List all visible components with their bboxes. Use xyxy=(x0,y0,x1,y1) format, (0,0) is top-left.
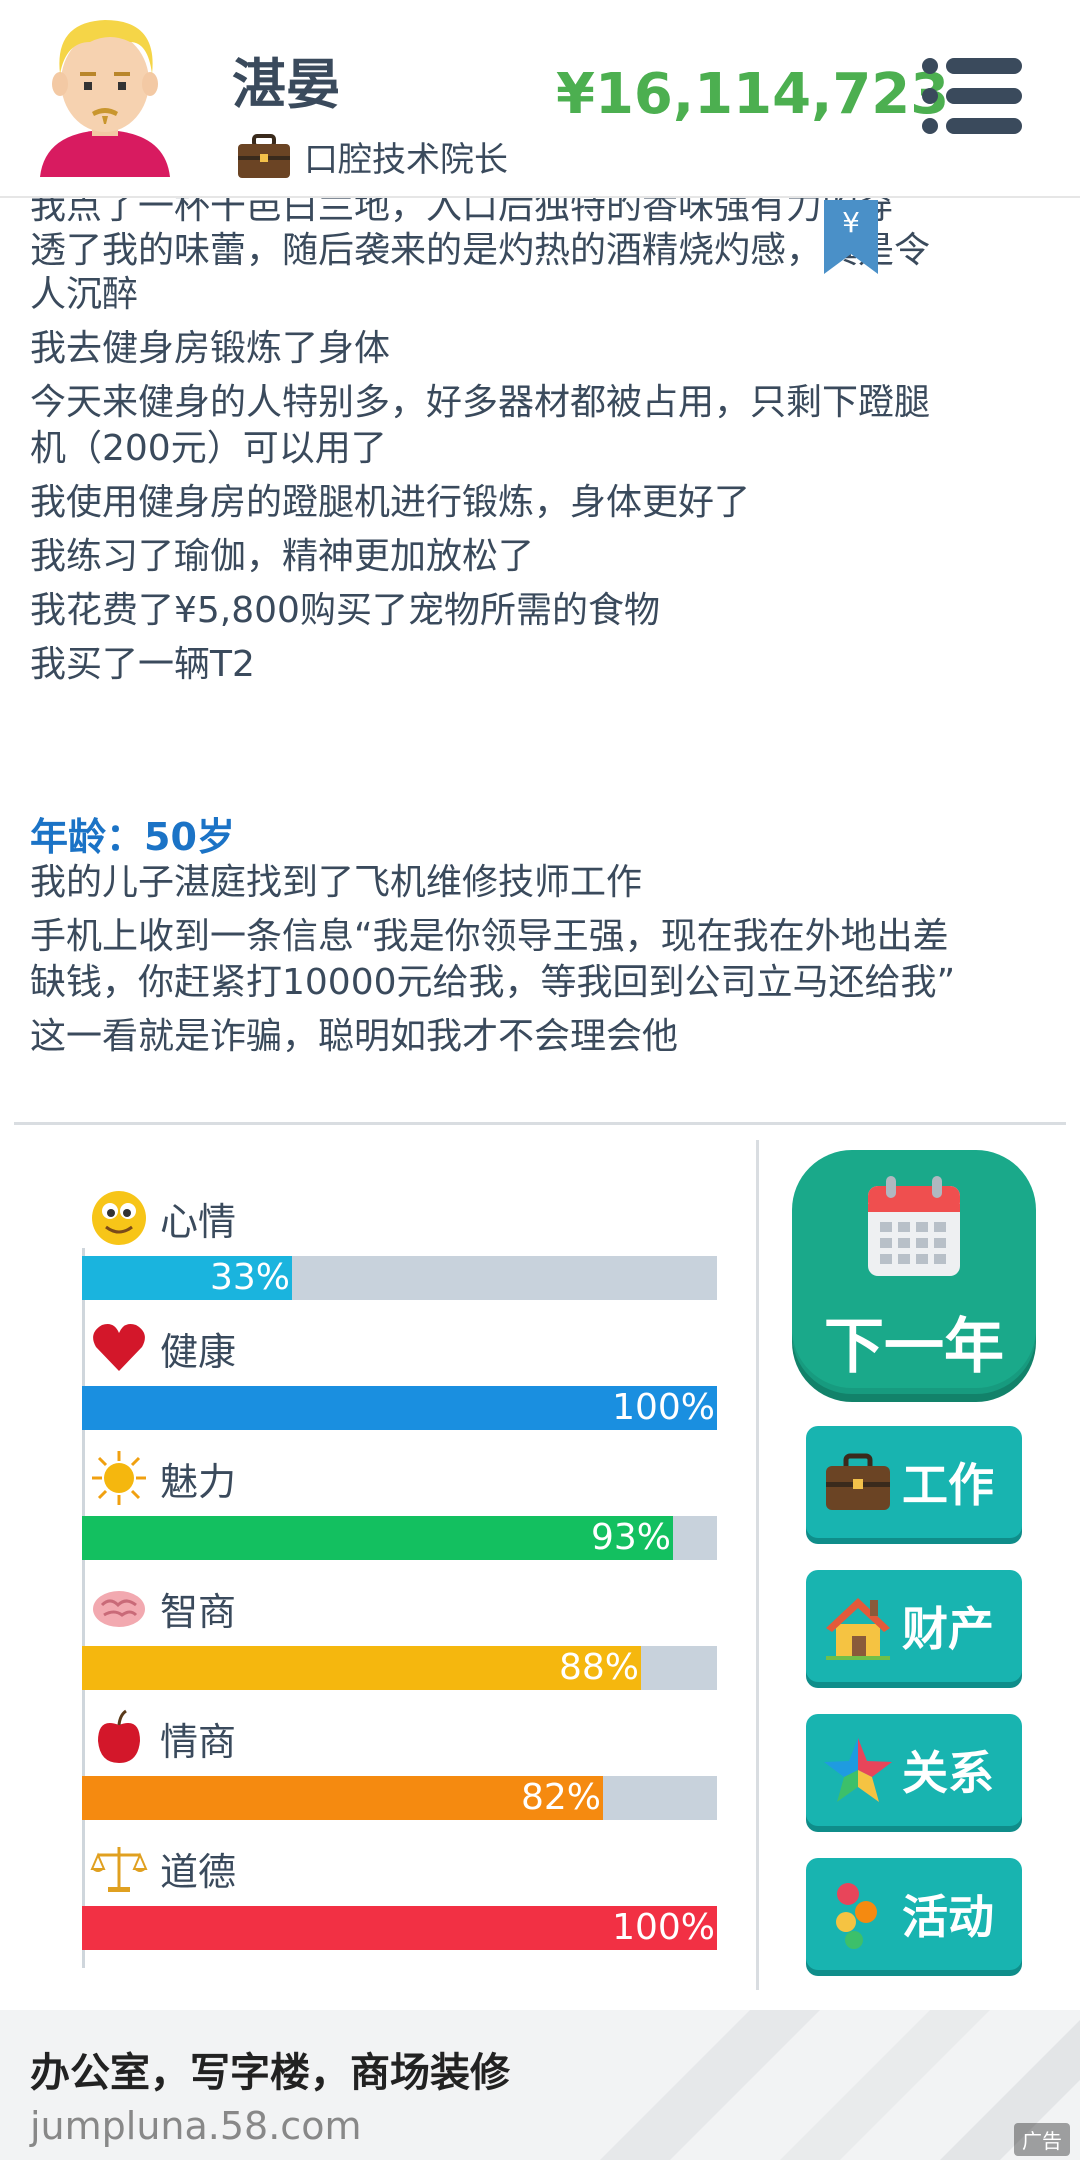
log-line: 今天来健身的人特别多，好多器材都被占用，只剩下蹬腿 xyxy=(30,382,931,423)
stat-row: 情商 82% xyxy=(82,1708,717,1838)
stat-bar-track: 88% xyxy=(82,1646,717,1690)
stat-bar-fill: 82% xyxy=(82,1776,603,1820)
stat-header: 心情 xyxy=(90,1188,236,1248)
stat-percent: 88% xyxy=(558,1647,639,1688)
log-line: 机（200元）可以用了 xyxy=(30,428,387,469)
briefcase-icon xyxy=(826,1453,890,1510)
next-year-button[interactable]: 下一年 xyxy=(792,1150,1036,1394)
stat-label: 魅力 xyxy=(160,1459,237,1504)
log-line: 我的儿子湛庭找到了飞机维修技师工作 xyxy=(30,862,643,903)
stat-percent: 93% xyxy=(590,1517,671,1558)
stat-bar-fill: 93% xyxy=(82,1516,673,1560)
work-button[interactable]: 工作 xyxy=(806,1426,1022,1538)
stat-row: 健康 100% xyxy=(82,1318,717,1448)
work-label: 工作 xyxy=(902,1458,994,1512)
log-line: 我点了一杯干邑白兰地，入口后独特的香味强有力的穿 xyxy=(30,196,895,227)
brain-icon xyxy=(90,1579,148,1637)
stat-bar-fill: 33% xyxy=(82,1256,292,1300)
money-bookmark-icon[interactable]: ¥ xyxy=(822,200,880,276)
stat-bar-fill: 88% xyxy=(82,1646,641,1690)
assets-button[interactable]: 财产 xyxy=(806,1570,1022,1682)
log-line: 我使用健身房的蹬腿机进行锻炼，身体更好了 xyxy=(30,482,751,523)
divider xyxy=(14,1122,1066,1125)
ad-title: 办公室，写字楼，商场装修 xyxy=(30,2050,510,2096)
money-balance: ¥16,114,723 xyxy=(556,62,950,127)
top-header: 湛晏 口腔技术院长 ¥16,114,723 xyxy=(0,0,1080,198)
stat-row: 智商 88% xyxy=(82,1578,717,1708)
log-line: 这一看就是诈骗，聪明如我才不会理会他 xyxy=(30,1016,679,1057)
activities-label: 活动 xyxy=(902,1890,994,1944)
stat-row: 魅力 93% xyxy=(82,1448,717,1578)
stat-bar-track: 33% xyxy=(82,1256,717,1300)
ad-badge: 广告 xyxy=(1014,2123,1070,2156)
ad-url: jumpluna.58.com xyxy=(30,2104,362,2148)
stat-bar-track: 100% xyxy=(82,1906,717,1950)
event-log[interactable]: 我点了一杯干邑白兰地，入口后独特的香味强有力的穿 透了我的味蕾，随后袭来的是灼热… xyxy=(0,196,1080,1122)
activity-dots-icon xyxy=(836,1883,877,1949)
calendar-icon xyxy=(868,1176,960,1276)
stat-label: 情商 xyxy=(160,1719,237,1764)
stat-bar-track: 93% xyxy=(82,1516,717,1560)
relations-button[interactable]: 关系 xyxy=(806,1714,1022,1826)
vertical-separator xyxy=(756,1140,759,1990)
ad-decoration xyxy=(600,2010,1080,2160)
stat-bar-fill: 100% xyxy=(82,1906,717,1950)
player-avatar[interactable] xyxy=(30,12,180,182)
stat-label: 健康 xyxy=(160,1329,237,1374)
stat-header: 道德 xyxy=(90,1838,236,1898)
next-year-label: 下一年 xyxy=(824,1312,1004,1382)
stat-bar-track: 82% xyxy=(82,1776,717,1820)
stat-header: 情商 xyxy=(90,1708,236,1768)
job-row: 口腔技术院长 xyxy=(236,132,508,181)
relations-label: 关系 xyxy=(902,1746,994,1800)
job-title: 口腔技术院长 xyxy=(304,140,508,180)
stat-percent: 33% xyxy=(209,1257,290,1298)
log-line: 手机上收到一条信息“我是你领导王强，现在我在外地出差 xyxy=(30,916,949,957)
stat-bar-track: 100% xyxy=(82,1386,717,1430)
player-name: 湛晏 xyxy=(232,53,340,116)
apple-icon xyxy=(90,1709,148,1767)
log-line: 我练习了瑜伽，精神更加放松了 xyxy=(30,536,535,577)
sun-icon xyxy=(90,1449,148,1507)
svg-text:¥: ¥ xyxy=(842,206,860,239)
stat-percent: 100% xyxy=(612,1907,715,1948)
log-line: 人沉醉 xyxy=(30,274,139,315)
log-line: 我买了一辆T2 xyxy=(30,644,255,685)
stat-label: 道德 xyxy=(160,1849,237,1894)
heart-icon xyxy=(90,1319,148,1377)
stat-percent: 100% xyxy=(612,1387,715,1428)
stat-label: 心情 xyxy=(160,1199,237,1244)
stat-bar-fill: 100% xyxy=(82,1386,717,1430)
house-icon xyxy=(826,1598,890,1660)
star-icon xyxy=(824,1738,892,1802)
log-line: 我花费了¥5,800购买了宠物所需的食物 xyxy=(30,590,660,631)
menu-icon[interactable] xyxy=(922,58,1022,134)
scales-icon xyxy=(90,1839,148,1897)
stat-label: 智商 xyxy=(160,1589,237,1634)
briefcase-icon xyxy=(238,133,290,178)
stat-row: 道德 100% xyxy=(82,1838,717,1968)
stat-header: 智商 xyxy=(90,1578,236,1638)
stat-header: 魅力 xyxy=(90,1448,236,1508)
log-line: 缺钱，你赶紧打10000元给我，等我回到公司立马还给我” xyxy=(30,962,956,1003)
stat-row: 心情 33% xyxy=(82,1188,717,1318)
stat-header: 健康 xyxy=(90,1318,236,1378)
assets-label: 财产 xyxy=(902,1602,994,1656)
stat-percent: 82% xyxy=(520,1777,601,1818)
ad-banner[interactable]: 办公室，写字楼，商场装修 jumpluna.58.com 广告 xyxy=(0,2010,1080,2160)
age-heading: 年龄：50岁 xyxy=(30,815,235,859)
log-line: 透了我的味蕾，随后袭来的是灼热的酒精烧灼感，真是令 xyxy=(30,230,931,271)
smiley-icon xyxy=(90,1189,148,1247)
log-line: 我去健身房锻炼了身体 xyxy=(30,328,391,369)
activities-button[interactable]: 活动 xyxy=(806,1858,1022,1970)
